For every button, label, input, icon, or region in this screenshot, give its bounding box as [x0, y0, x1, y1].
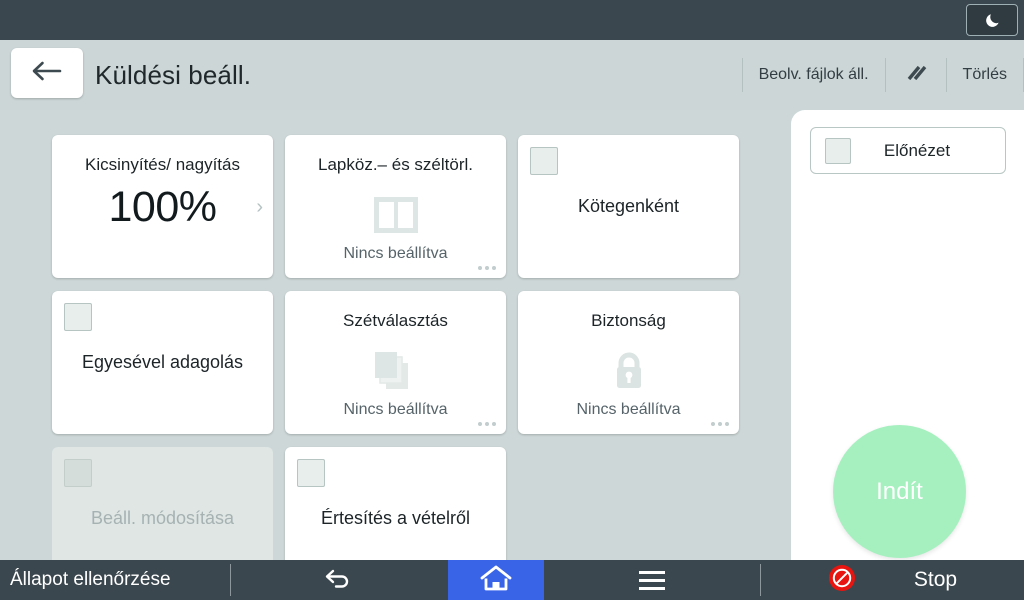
double-slash-button[interactable]	[886, 40, 946, 110]
hamburger-menu-icon	[638, 570, 665, 590]
checkbox[interactable]	[825, 137, 851, 164]
top-bar	[0, 0, 1024, 40]
card-divide[interactable]: Szétválasztás Nincs beállítva	[285, 291, 506, 434]
back-nav-button[interactable]	[231, 560, 448, 600]
home-button[interactable]	[447, 560, 544, 600]
card-label: Kötegenként	[577, 196, 680, 216]
chevron-right-icon: ›	[256, 195, 263, 218]
card-title: Biztonság	[591, 311, 666, 330]
card-status: Nincs beállítva	[343, 401, 448, 418]
stop-button[interactable]: Stop	[761, 560, 1024, 600]
clear-button[interactable]: Törlés	[947, 40, 1023, 110]
more-options-icon[interactable]	[711, 422, 729, 426]
preview-label: Előnézet	[883, 140, 951, 160]
start-button[interactable]: Indít	[833, 425, 966, 558]
arrow-left-icon	[30, 59, 64, 88]
home-icon	[479, 563, 513, 598]
card-label: Egyesével adagolás	[81, 352, 244, 372]
scanned-files-status-button[interactable]: Beolv. fájlok áll.	[743, 40, 885, 110]
night-mode-button[interactable]	[966, 4, 1018, 36]
stacked-pages-icon	[285, 349, 506, 393]
menu-button[interactable]	[544, 560, 761, 600]
card-label: Értesítés a vételről	[320, 508, 471, 528]
settings-row: Egyesével adagolás Szétválasztás Nincs b…	[52, 291, 752, 434]
card-value: 100%	[108, 183, 217, 231]
card-title: Lapköz.– és széltörl.	[318, 155, 473, 174]
settings-row: Beáll. módosítása Értesítés a vételről	[52, 447, 752, 560]
more-options-icon[interactable]	[478, 266, 496, 270]
settings-row: Kicsinyítés/ nagyítás 100% › Lapköz.– és…	[52, 135, 752, 278]
card-reception-notice[interactable]: Értesítés a vételről	[285, 447, 506, 560]
card-reduce-enlarge[interactable]: Kicsinyítés/ nagyítás 100% ›	[52, 135, 273, 278]
card-batch[interactable]: Kötegenként	[518, 135, 739, 278]
settings-scroll-area[interactable]: Kicsinyítés/ nagyítás 100% › Lapköz.– és…	[0, 110, 791, 560]
settings-grid: Kicsinyítés/ nagyítás 100% › Lapköz.– és…	[52, 135, 752, 560]
device-screen: Küldési beáll. Beolv. fájlok áll. Törlés	[0, 0, 1024, 600]
card-sadf[interactable]: Egyesével adagolás	[52, 291, 273, 434]
card-title: Szétválasztás	[343, 311, 448, 330]
card-change-settings: Beáll. módosítása	[52, 447, 273, 560]
back-arrow-icon	[324, 566, 354, 595]
card-margin-erase[interactable]: Lapköz.– és széltörl. Nincs beállítva	[285, 135, 506, 278]
stop-label: Stop	[913, 568, 958, 591]
card-status: Nincs beállítva	[343, 245, 448, 262]
card-label: Beáll. módosítása	[90, 508, 235, 528]
card-security[interactable]: Biztonság Nincs beállítva	[518, 291, 739, 434]
bottom-bar: Állapot ellenőrzése Stop	[0, 560, 1024, 600]
preview-button[interactable]: Előnézet	[810, 127, 1006, 174]
right-panel: Előnézet Indít	[791, 110, 1024, 560]
moon-icon	[982, 10, 1002, 30]
more-options-icon[interactable]	[478, 422, 496, 426]
lock-icon	[518, 349, 739, 393]
stop-icon	[828, 564, 856, 597]
header-actions: Beolv. fájlok áll. Törlés	[741, 40, 1024, 110]
page-title: Küldési beáll.	[95, 59, 252, 90]
back-button[interactable]	[11, 48, 83, 98]
start-label: Indít	[876, 477, 923, 505]
card-title: Kicsinyítés/ nagyítás	[85, 155, 240, 174]
double-slash-icon	[903, 63, 929, 88]
status-check-button[interactable]: Állapot ellenőrzése	[0, 560, 230, 600]
page-header: Küldési beáll. Beolv. fájlok áll. Törlés	[0, 40, 1024, 110]
two-pane-icon	[285, 193, 506, 237]
card-status: Nincs beállítva	[576, 401, 681, 418]
